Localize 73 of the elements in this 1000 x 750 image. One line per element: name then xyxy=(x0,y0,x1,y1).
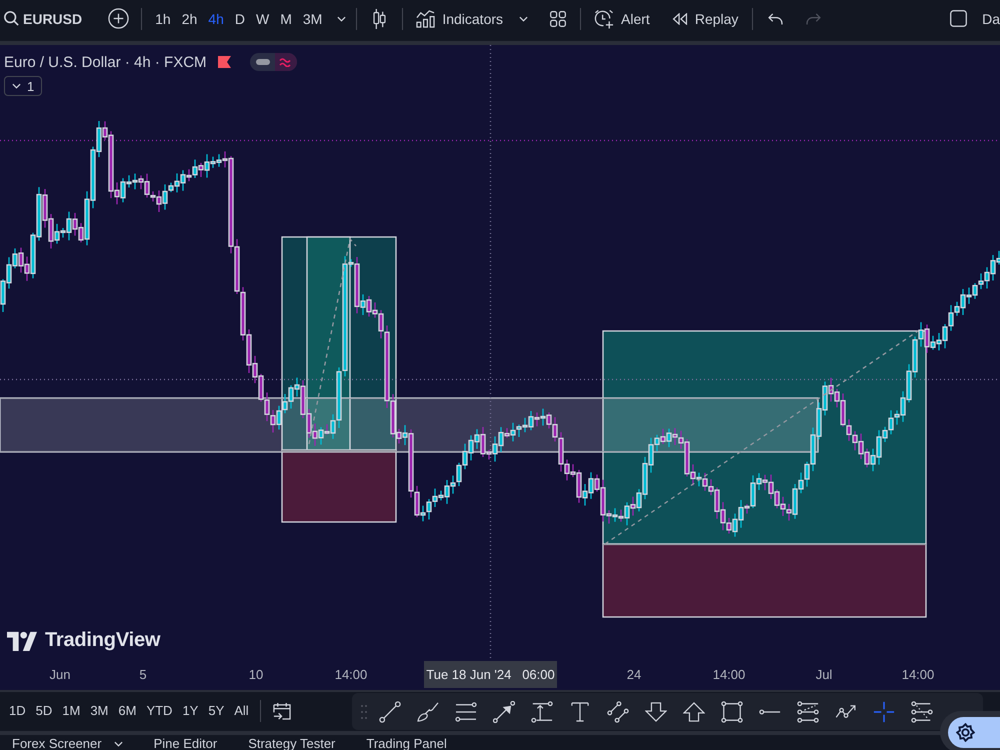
status-pill[interactable] xyxy=(250,53,297,71)
square-icon[interactable] xyxy=(950,10,968,27)
trend-line-icon[interactable] xyxy=(379,700,401,722)
range-button[interactable]: 1D xyxy=(4,698,31,722)
level-lines-icon[interactable] xyxy=(797,700,819,722)
panel-tab[interactable]: Trading Panel xyxy=(366,735,447,750)
toolbar-label[interactable]: Da xyxy=(982,10,1000,26)
logo-icon xyxy=(7,630,37,650)
alarm-clock-icon xyxy=(594,8,614,28)
symbol-title: Euro / U.S. Dollar · 4h · FXCM xyxy=(4,54,207,70)
plus-circle-icon[interactable] xyxy=(108,8,130,29)
collapse-button[interactable]: 1 xyxy=(4,76,42,96)
range-button[interactable]: 3M xyxy=(85,698,114,722)
time-axis-label: 10 xyxy=(248,667,264,682)
arrow-line-icon[interactable] xyxy=(493,700,515,722)
rewind-icon xyxy=(672,12,688,24)
panel-tab[interactable]: Forex Screener xyxy=(12,735,123,750)
arrow-up-icon[interactable] xyxy=(683,702,705,722)
settings-icon xyxy=(956,723,975,742)
time-axis-label: 14:00 xyxy=(712,667,746,682)
interval-button[interactable]: M xyxy=(275,6,297,32)
range-button[interactable]: YTD xyxy=(141,698,178,722)
interval-button[interactable]: W xyxy=(250,6,274,32)
search-icon xyxy=(4,11,19,26)
range-button[interactable]: All xyxy=(229,698,254,722)
time-axis-label: Jun xyxy=(50,667,70,682)
line-segments-icon[interactable] xyxy=(607,700,629,722)
arrow-down-icon[interactable] xyxy=(645,702,667,722)
flag-icon xyxy=(218,56,231,68)
range-button[interactable]: 5Y xyxy=(203,698,230,722)
drag-handle-icon[interactable] xyxy=(361,704,367,718)
time-axis-label: 14:00 xyxy=(334,667,368,682)
crosshair-icon[interactable] xyxy=(873,700,895,722)
price-range-icon[interactable] xyxy=(531,700,553,722)
range-button[interactable]: 5D xyxy=(30,698,58,722)
range-button[interactable]: 1M xyxy=(57,698,86,722)
rectangle-icon[interactable] xyxy=(721,700,743,722)
time-axis-label: 5 xyxy=(139,667,147,682)
interval-button[interactable]: 2h xyxy=(176,6,202,32)
indicators-button[interactable]: Indicators xyxy=(416,10,504,28)
brush-icon[interactable] xyxy=(417,702,439,722)
parallel-lines-icon[interactable] xyxy=(455,702,477,722)
replay-button[interactable]: Replay xyxy=(672,10,738,26)
range-button[interactable]: 1Y xyxy=(177,698,204,722)
alert-button[interactable]: Alert xyxy=(594,8,650,28)
interval-button[interactable]: 1h xyxy=(150,6,176,32)
symbol-search-button[interactable]: EURUSD xyxy=(4,10,82,26)
interval-button[interactable]: 4h xyxy=(203,6,229,32)
text-tool-icon[interactable] xyxy=(571,702,589,722)
calendar-arrow-icon[interactable] xyxy=(272,702,291,720)
panel-tab[interactable]: Strategy Tester xyxy=(248,735,336,750)
chart-bars-icon xyxy=(416,10,436,28)
settings-button[interactable] xyxy=(948,717,1000,748)
time-axis-label: 24 xyxy=(626,667,642,682)
range-button[interactable]: 6M xyxy=(113,698,142,722)
logo-text: TradingView xyxy=(45,629,160,652)
grid-icon[interactable] xyxy=(550,10,566,26)
chevron-down-icon[interactable] xyxy=(519,16,528,22)
crosshair-time-label: Tue 18 Jun '24 06:00 xyxy=(424,661,557,688)
dotted-level-lines-icon[interactable] xyxy=(911,700,933,722)
chevron-down-icon[interactable] xyxy=(337,16,346,22)
time-axis-label: Jul xyxy=(816,667,832,682)
minus-icon xyxy=(256,59,270,65)
chevron-down-icon xyxy=(12,83,21,89)
interval-button[interactable]: D xyxy=(230,6,250,32)
zigzag-arrow-icon[interactable] xyxy=(835,704,857,720)
horizontal-ray-icon[interactable] xyxy=(759,708,781,714)
candles-icon[interactable] xyxy=(373,8,386,28)
wave-icon xyxy=(278,57,291,67)
undo-icon[interactable] xyxy=(768,12,784,24)
time-axis-label: 14:00 xyxy=(902,667,934,682)
interval-button[interactable]: 3M xyxy=(298,6,328,32)
panel-tab[interactable]: Pine Editor xyxy=(154,735,218,750)
